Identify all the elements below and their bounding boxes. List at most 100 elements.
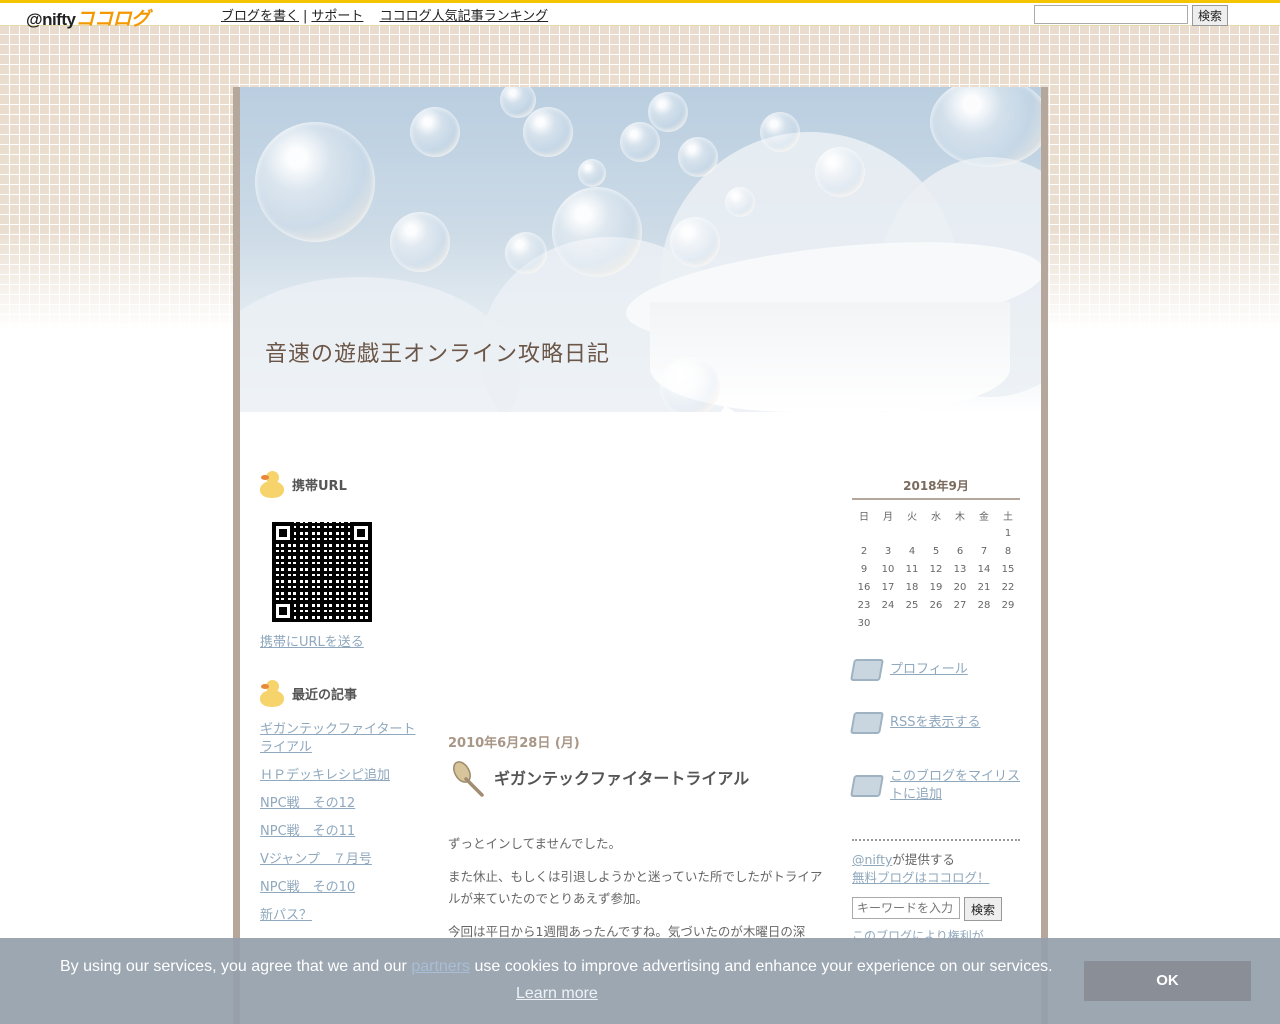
recent-post-link[interactable]: NPC戦 その11 xyxy=(260,823,420,841)
nifty-link[interactable]: @nifty xyxy=(852,852,892,867)
calendar-day: 12 xyxy=(929,563,943,575)
post-title[interactable]: ギガンテックファイタートライアル xyxy=(494,765,749,789)
rss-link[interactable]: RSSを表示する xyxy=(890,714,1025,732)
recent-post-link[interactable]: NPC戦 その12 xyxy=(260,795,420,813)
calendar-day: 9 xyxy=(860,563,868,575)
mylist-icon xyxy=(850,775,884,797)
bubble xyxy=(505,232,547,274)
calendar-day: 28 xyxy=(977,599,991,611)
learn-more-link[interactable]: Learn more xyxy=(516,985,598,1003)
calendar-day xyxy=(948,614,972,632)
bubble xyxy=(660,357,720,412)
calendar-day: 15 xyxy=(1001,563,1015,575)
ranking-link[interactable]: ココログ人気記事ランキング xyxy=(380,9,549,24)
calendar-day: 21 xyxy=(977,581,991,593)
recent-post-link[interactable]: 新パス？ xyxy=(260,907,420,925)
recent-post-link[interactable]: Vジャンプ ７月号 xyxy=(260,851,420,869)
cookie-text-after: use cookies to improve advertising and e… xyxy=(470,958,1053,975)
qr-code xyxy=(272,522,372,622)
calendar-weekday-row: 日 月 火 水 木 金 土 xyxy=(852,506,1020,524)
weekday-label: 金 xyxy=(979,511,989,523)
post-paragraph: ずっとインしてませんでした。 xyxy=(448,836,622,851)
calendar-day: 1 xyxy=(1004,527,1012,539)
recent-posts-heading-text: 最近の記事 xyxy=(292,687,358,703)
logo-prefix: @nifty xyxy=(26,10,76,29)
calendar-day xyxy=(972,614,996,632)
calendar-day xyxy=(852,524,876,542)
calendar-day: 22 xyxy=(1001,581,1015,593)
write-blog-link[interactable]: ブログを書く xyxy=(221,9,299,24)
header-banner: 音速の遊戯王オンライン攻略日記 xyxy=(240,87,1041,412)
profile-link[interactable]: プロフィール xyxy=(890,661,1025,679)
calendar-day: 8 xyxy=(1004,545,1012,557)
bubble xyxy=(255,122,375,242)
nifty-text: が提供する xyxy=(892,852,955,867)
calendar-title: 2018年9月 xyxy=(852,477,1020,500)
keyword-search-input[interactable] xyxy=(852,897,960,919)
bubble xyxy=(930,87,1041,167)
calendar-day: 10 xyxy=(881,563,895,575)
qr-finder xyxy=(272,600,294,622)
nifty-cocolog-logo[interactable]: @niftyココログ xyxy=(26,4,150,31)
top-search-input[interactable] xyxy=(1034,5,1188,24)
calendar-day: 17 xyxy=(881,581,895,593)
calendar-day: 23 xyxy=(857,599,871,611)
calendar-day: 2 xyxy=(860,545,868,557)
bubble xyxy=(670,217,720,267)
weekday-label: 月 xyxy=(883,511,893,523)
calendar-day: 16 xyxy=(857,581,871,593)
recent-post-link[interactable]: NPC戦 その10 xyxy=(260,879,420,897)
cocolog-free-link[interactable]: 無料ブログはココログ！ xyxy=(852,870,990,885)
profile-icon xyxy=(850,659,884,681)
calendar-day: 11 xyxy=(905,563,919,575)
calendar-week-row: 16 17 18 19 20 21 22 xyxy=(852,578,1020,596)
recent-post-link[interactable]: ＨＰデッキレシピ追加 xyxy=(260,767,420,785)
calendar-day: 6 xyxy=(956,545,964,557)
calendar-week-row: 2 3 4 5 6 7 8 xyxy=(852,542,1020,560)
calendar-day xyxy=(900,614,924,632)
keyword-search-button[interactable]: 検索 xyxy=(964,897,1002,921)
calendar-week-row: 1 xyxy=(852,524,1020,542)
calendar-day: 24 xyxy=(881,599,895,611)
recent-posts-heading: 最近の記事 xyxy=(260,678,357,708)
calendar-day: 13 xyxy=(953,563,967,575)
qr-finder xyxy=(272,522,294,544)
bubble xyxy=(620,122,660,162)
calendar-day: 19 xyxy=(929,581,943,593)
bubble xyxy=(725,187,755,217)
duck-icon xyxy=(260,678,286,708)
cookie-ok-button[interactable]: OK xyxy=(1084,961,1251,1001)
calendar-day: 7 xyxy=(980,545,988,557)
calendar-grid: 日 月 火 水 木 金 土 1 2 3 4 5 6 7 8 9 10 11 12… xyxy=(852,506,1020,632)
recent-post-link[interactable]: ギガンテックファイタートライアル xyxy=(260,721,420,757)
calendar-day: 5 xyxy=(932,545,940,557)
calendar-day: 3 xyxy=(884,545,892,557)
bubble xyxy=(523,107,573,157)
add-to-mylist-link[interactable]: このブログをマイリストに追加 xyxy=(890,768,1025,804)
post-paragraph: また休止、もしくは引退しようかと迷っていた所でしたがトライアルが来ていたのでとり… xyxy=(448,869,823,906)
blog-title[interactable]: 音速の遊戯王オンライン攻略日記 xyxy=(265,337,625,373)
calendar-day: 20 xyxy=(953,581,967,593)
calendar-week-row: 30 xyxy=(852,614,1020,632)
weekday-label: 水 xyxy=(931,511,941,523)
calendar-week-row: 23 24 25 26 27 28 29 xyxy=(852,596,1020,614)
duck-icon xyxy=(260,469,286,499)
partners-link[interactable]: partners xyxy=(411,958,470,975)
support-link[interactable]: サポート xyxy=(311,9,363,24)
weekday-label: 日 xyxy=(859,511,869,523)
nifty-promo: @niftyが提供する 無料ブログはココログ！ xyxy=(852,851,990,887)
calendar-day xyxy=(948,524,972,542)
bubble xyxy=(390,212,450,272)
mobile-url-heading: 携帯URL xyxy=(260,469,347,499)
link-separator: | xyxy=(303,9,308,24)
top-search-button[interactable]: 検索 xyxy=(1192,5,1228,26)
blog-frame: 音速の遊戯王オンライン攻略日記 携帯URL 携帯にURLを送る 最近の記事 ギガ… xyxy=(233,87,1048,1024)
logo-brand: ココログ xyxy=(75,9,150,30)
calendar: 2018年9月 日 月 火 水 木 金 土 1 2 3 4 5 6 7 8 9 … xyxy=(852,477,1020,632)
calendar-day: 14 xyxy=(977,563,991,575)
bubble xyxy=(552,187,642,277)
bubble xyxy=(648,92,688,132)
blog-content: 音速の遊戯王オンライン攻略日記 携帯URL 携帯にURLを送る 最近の記事 ギガ… xyxy=(240,87,1041,1024)
cookie-text-before: By using our services, you agree that we… xyxy=(60,958,412,975)
send-url-to-mobile-link[interactable]: 携帯にURLを送る xyxy=(260,634,420,652)
